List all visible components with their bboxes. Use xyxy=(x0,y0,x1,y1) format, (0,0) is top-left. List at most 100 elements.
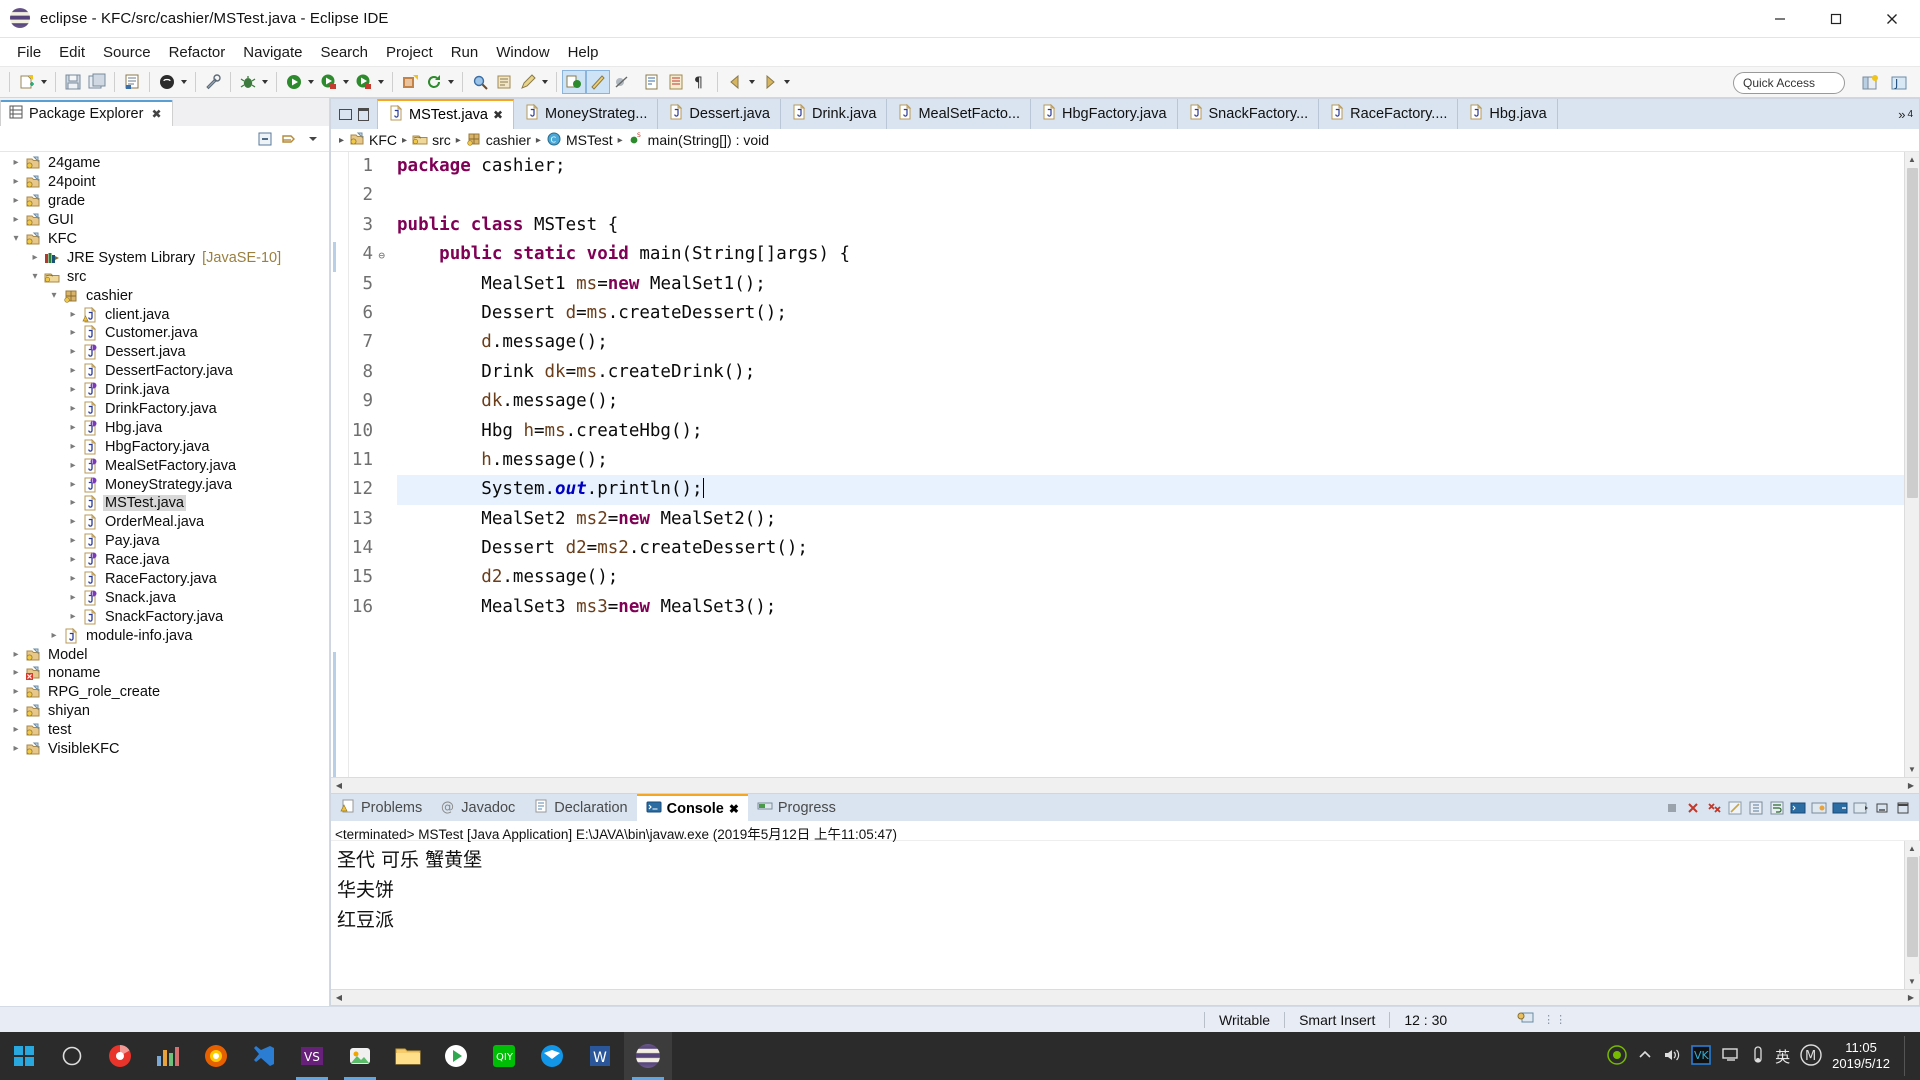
stats-app-icon[interactable] xyxy=(144,1032,192,1080)
tree-item-moneystrategy-java[interactable]: ▸ I MoneyStrategy.java xyxy=(0,475,329,494)
chevron-right-icon[interactable]: ▸ xyxy=(65,420,81,436)
chevron-right-icon[interactable]: ▸ xyxy=(65,363,81,379)
tree-item-kfc[interactable]: ▾ KFC xyxy=(0,230,329,249)
editor-horizontal-scrollbar[interactable]: ◀ ▶ xyxy=(331,777,1919,793)
editor-tab-mealsetfacto-[interactable]: MealSetFacto... xyxy=(887,99,1032,129)
fold-collapse-icon[interactable]: ⊖ xyxy=(373,241,385,270)
tab-overflow-button[interactable]: » 4 xyxy=(1892,99,1919,129)
tree-item-pay-java[interactable]: ▸ Pay.java xyxy=(0,532,329,551)
menu-run[interactable]: Run xyxy=(442,41,488,64)
print-icon[interactable] xyxy=(121,71,143,93)
menu-edit[interactable]: Edit xyxy=(50,41,94,64)
tree-item-snack-java[interactable]: ▸ I Snack.java xyxy=(0,588,329,607)
console-horizontal-scrollbar[interactable]: ◀ ▶ xyxy=(331,989,1919,1005)
scroll-thumb[interactable] xyxy=(1907,168,1918,498)
minimize-icon[interactable] xyxy=(1872,798,1892,818)
vscode-icon[interactable] xyxy=(240,1032,288,1080)
start-icon[interactable] xyxy=(0,1032,48,1080)
toggle-mark-occurrences-icon[interactable] xyxy=(562,70,586,94)
chevron-right-icon[interactable]: ▸ xyxy=(27,250,43,266)
scroll-right-icon[interactable]: ▶ xyxy=(1903,778,1919,793)
new-java-class-icon[interactable] xyxy=(156,71,178,93)
breadcrumb-item-mstest[interactable]: C MSTest xyxy=(546,131,613,150)
show-source-icon[interactable] xyxy=(665,71,687,93)
editor-tab-dessert-java[interactable]: Dessert.java xyxy=(658,99,781,129)
menu-navigate[interactable]: Navigate xyxy=(234,41,311,64)
remove-launch-icon[interactable] xyxy=(1683,798,1703,818)
scroll-down-icon[interactable]: ▼ xyxy=(1904,974,1920,989)
new-wizard-icon[interactable] xyxy=(16,71,38,93)
scroll-thumb[interactable] xyxy=(1907,857,1918,957)
close-icon[interactable]: ✖ xyxy=(729,802,739,816)
tree-item-noname[interactable]: ▸ noname xyxy=(0,664,329,683)
maximize-icon[interactable] xyxy=(358,107,369,121)
tree-item-test[interactable]: ▸ test xyxy=(0,721,329,740)
run-icon[interactable] xyxy=(283,71,305,93)
tree-item-dessert-java[interactable]: ▸ I Dessert.java xyxy=(0,343,329,362)
close-icon[interactable]: ✖ xyxy=(493,108,503,122)
tree-item-jre-system-library[interactable]: ▸ JRE System Library [JavaSE-10] xyxy=(0,248,329,267)
minimize-icon[interactable] xyxy=(339,108,352,120)
breadcrumb-arrow-icon[interactable]: ▸ xyxy=(456,135,461,146)
tree-item-grade[interactable]: ▸ grade xyxy=(0,192,329,211)
open-perspective-icon[interactable] xyxy=(1857,72,1883,94)
tree-item-24game[interactable]: ▸ 24game xyxy=(0,154,329,173)
tree-item-race-java[interactable]: ▸ I Race.java xyxy=(0,551,329,570)
chevron-right-icon[interactable]: ▸ xyxy=(8,174,24,190)
breadcrumb-arrow-icon[interactable]: ▸ xyxy=(402,135,407,146)
tree-item-hbg-java[interactable]: ▸ I Hbg.java xyxy=(0,418,329,437)
back-dropdown-icon[interactable] xyxy=(747,72,756,92)
chevron-right-icon[interactable]: ▸ xyxy=(8,684,24,700)
scroll-up-icon[interactable]: ▲ xyxy=(1904,152,1919,167)
chevron-right-icon[interactable]: ▸ xyxy=(8,647,24,663)
terminate-icon[interactable] xyxy=(1662,798,1682,818)
new-wizard-dropdown-icon[interactable] xyxy=(39,72,48,92)
next-annotation-icon[interactable] xyxy=(641,71,663,93)
show-whitespace-icon[interactable]: ¶ xyxy=(689,71,711,93)
tree-item-customer-java[interactable]: ▸ Customer.java xyxy=(0,324,329,343)
pencil-icon[interactable] xyxy=(517,71,539,93)
tree-item-drink-java[interactable]: ▸ I Drink.java xyxy=(0,381,329,400)
breadcrumb-item-main-string-void[interactable]: Smain(String[]) : void xyxy=(628,131,769,150)
chevron-down-icon[interactable]: ▾ xyxy=(27,269,43,285)
editor-tab-racefactory-[interactable]: RaceFactory.... xyxy=(1319,99,1459,129)
tab-package-explorer[interactable]: Package Explorer ✖ xyxy=(0,100,173,126)
chevron-right-icon[interactable]: ▸ xyxy=(65,477,81,493)
scroll-left-icon[interactable]: ◀ xyxy=(331,990,347,1005)
code-line[interactable]: MealSet3 ms3=new MealSet3(); xyxy=(397,593,1904,622)
breadcrumb-arrow-icon[interactable]: ▸ xyxy=(536,135,541,146)
tree-item-rpg-role-create[interactable]: ▸ RPG_role_create xyxy=(0,683,329,702)
chevron-right-icon[interactable]: ▸ xyxy=(65,401,81,417)
external-tools-icon[interactable] xyxy=(202,71,224,93)
code-line[interactable]: MealSet2 ms2=new MealSet2(); xyxy=(397,505,1904,534)
scroll-right-icon[interactable]: ▶ xyxy=(1903,990,1919,1005)
clear-console-icon[interactable] xyxy=(1725,798,1745,818)
menu-project[interactable]: Project xyxy=(377,41,442,64)
menu-source[interactable]: Source xyxy=(94,41,160,64)
photos-icon[interactable] xyxy=(336,1032,384,1080)
link-with-editor-icon[interactable] xyxy=(279,129,299,149)
tree-item-shiyan[interactable]: ▸ shiyan xyxy=(0,702,329,721)
tree-item-mealsetfactory-java[interactable]: ▸ I MealSetFactory.java xyxy=(0,456,329,475)
visual-studio-icon[interactable]: VS xyxy=(288,1032,336,1080)
forward-dropdown-icon[interactable] xyxy=(782,72,791,92)
remove-all-launches-icon[interactable] xyxy=(1704,798,1724,818)
editor-tab-moneystrateg-[interactable]: MoneyStrateg... xyxy=(514,99,659,129)
code-viewport[interactable]: 1 2 3 4 ⊖ 5 6 7 8 9 10 11 12 13 14 15 16 package cashier… xyxy=(331,152,1919,777)
code-line[interactable]: package cashier; xyxy=(397,152,1904,181)
code-line[interactable]: Drink dk=ms.createDrink(); xyxy=(397,358,1904,387)
source-code[interactable]: package cashier; public class MSTest { p… xyxy=(393,152,1904,777)
tree-item-module-info-java[interactable]: ▸ module-info.java xyxy=(0,626,329,645)
chevron-right-icon[interactable]: ▸ xyxy=(8,193,24,209)
tree-item-ordermeal-java[interactable]: ▸ OrderMeal.java xyxy=(0,513,329,532)
menu-refactor[interactable]: Refactor xyxy=(160,41,235,64)
chevron-down-icon[interactable]: ▾ xyxy=(46,288,62,304)
console-vertical-scrollbar[interactable]: ▲ ▼ xyxy=(1904,841,1920,989)
chevron-right-icon[interactable]: ▸ xyxy=(65,609,81,625)
code-line[interactable]: public static void main(String[]args) { xyxy=(397,240,1904,269)
chevron-right-icon[interactable]: ▸ xyxy=(65,590,81,606)
search-icon[interactable] xyxy=(469,71,491,93)
chevron-right-icon[interactable]: ▸ xyxy=(65,533,81,549)
scroll-left-icon[interactable]: ◀ xyxy=(331,778,347,793)
code-line[interactable] xyxy=(397,181,1904,210)
